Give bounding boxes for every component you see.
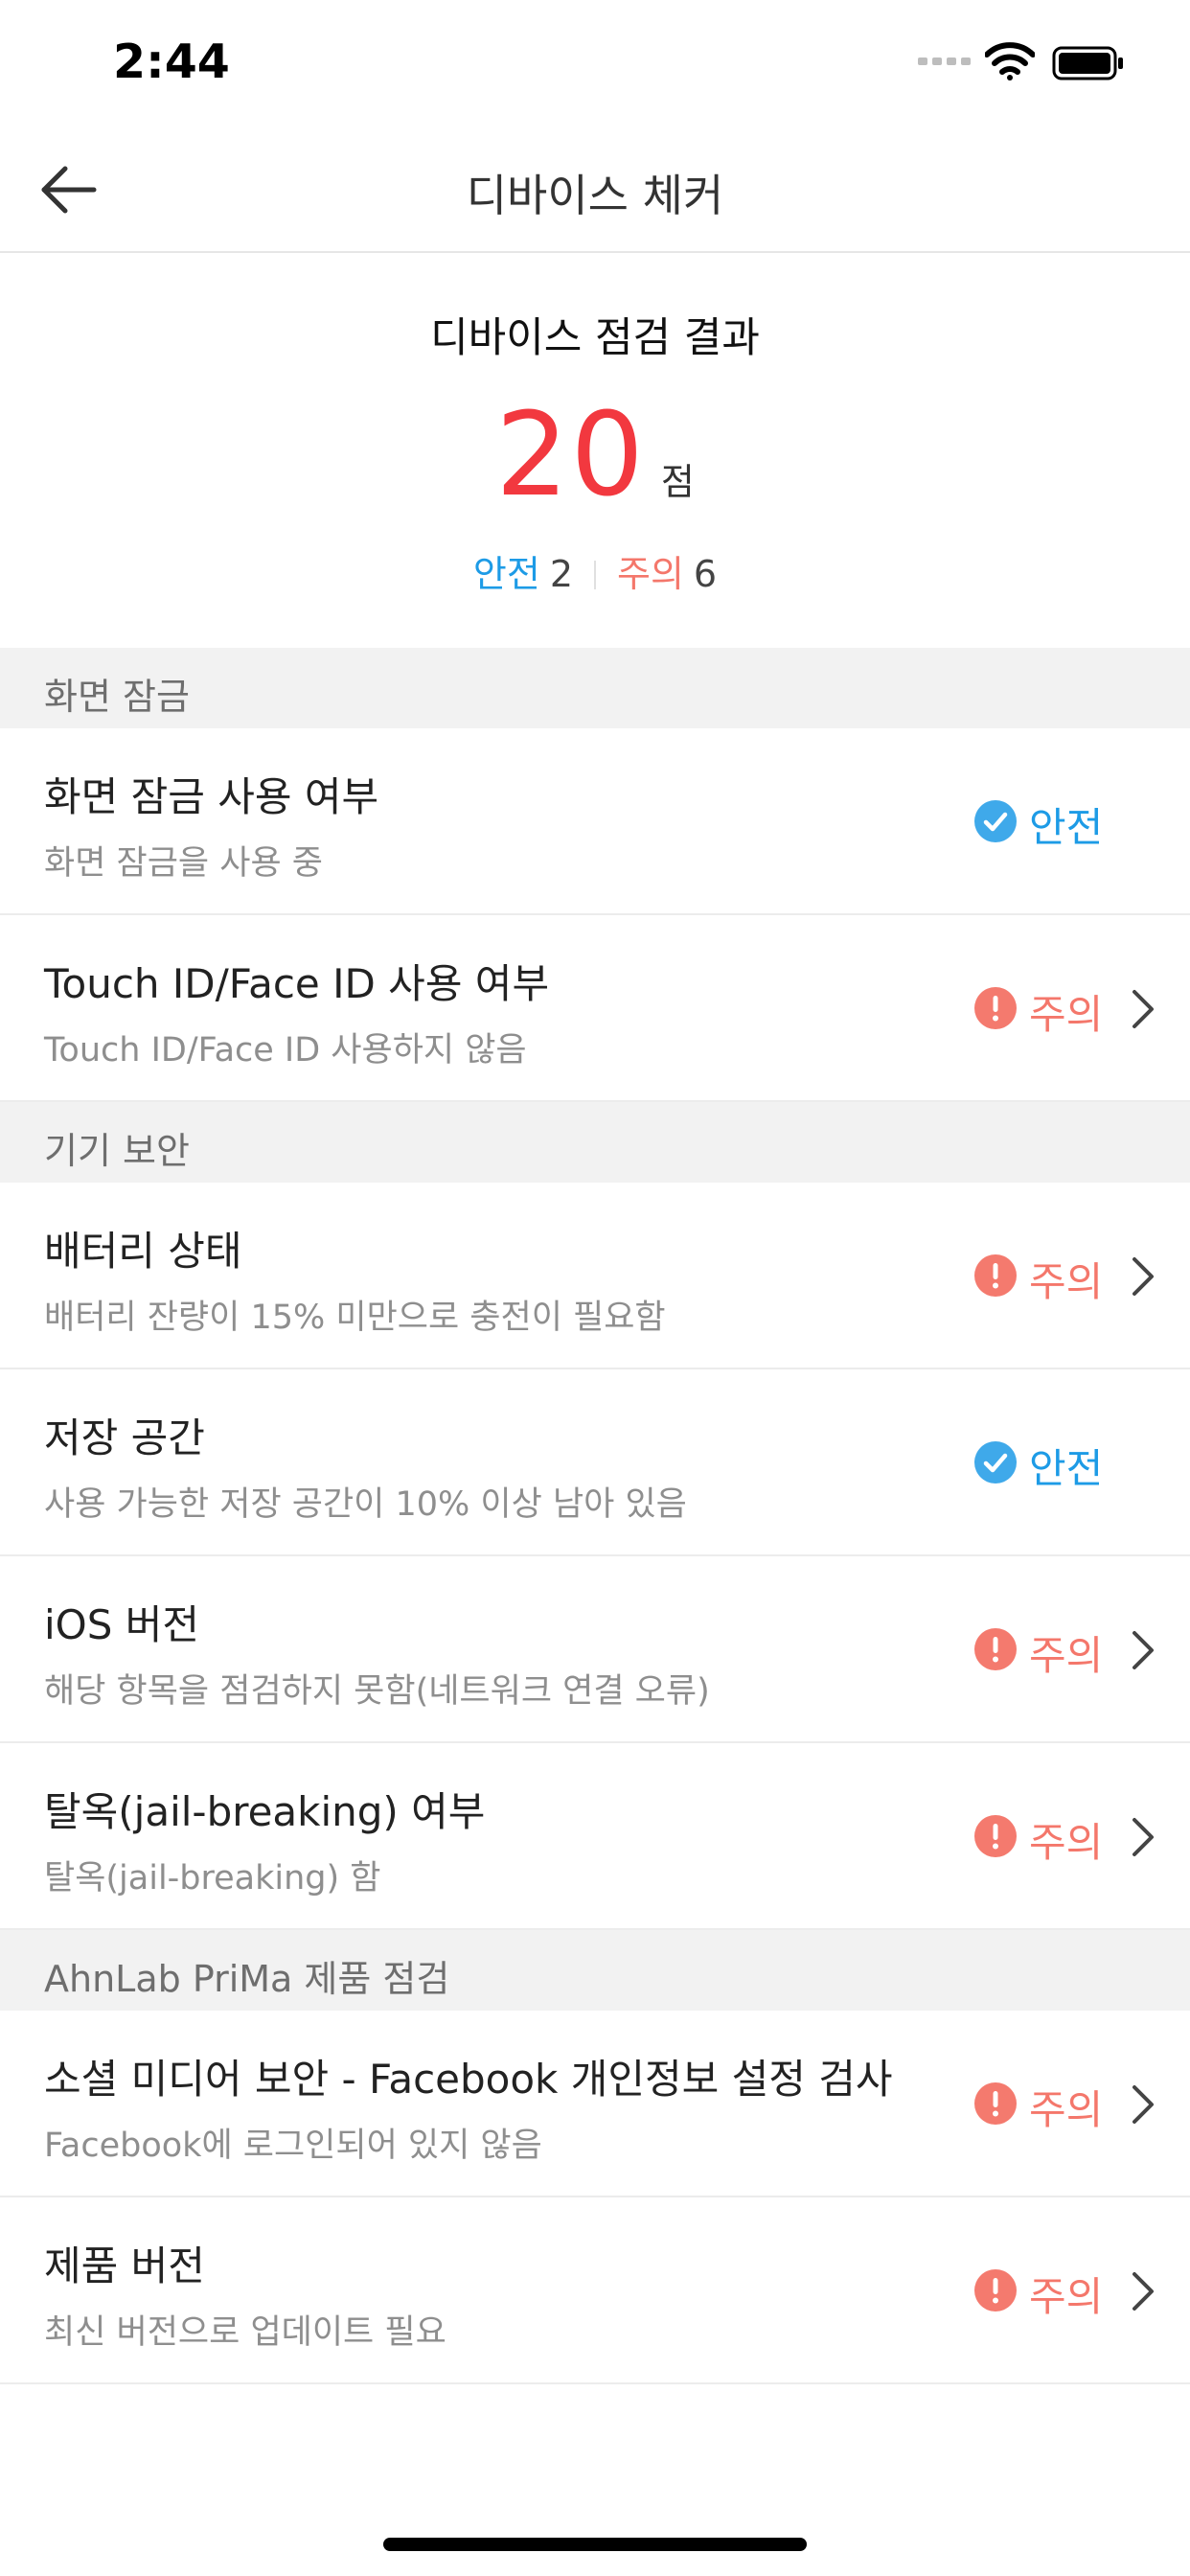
check-item-facebook-privacy[interactable]: 소셜 미디어 보안 - Facebook 개인정보 설정 검사 Facebook… <box>0 2011 1190 2197</box>
exclamation-circle-icon <box>974 2269 1017 2312</box>
check-item-subtitle: 최신 버전으로 업데이트 필요 <box>44 2313 446 2352</box>
exclamation-circle-icon <box>974 2082 1017 2125</box>
warn-count: 6 <box>693 553 718 595</box>
check-item-product-version[interactable]: 제품 버전 최신 버전으로 업데이트 필요 주의 <box>0 2197 1190 2384</box>
home-indicator[interactable] <box>383 2538 807 2551</box>
cellular-signal-icon <box>918 58 971 65</box>
section-header-screen-lock: 화면 잠금 <box>0 648 1190 728</box>
status-text: 주의 <box>1029 1258 1104 1305</box>
exclamation-circle-icon <box>974 1815 1017 1857</box>
chevron-right-icon <box>1133 1818 1154 1856</box>
check-circle-icon <box>974 800 1017 842</box>
count-divider <box>594 561 596 589</box>
section-header-label: 기기 보안 <box>44 1130 190 1172</box>
check-item-ios-version[interactable]: iOS 버전 해당 항목을 점검하지 못함(네트워크 연결 오류) 주의 <box>0 1556 1190 1743</box>
navigation-bar: 디바이스 체커 <box>0 126 1190 253</box>
check-item-subtitle: Touch ID/Face ID 사용하지 않음 <box>44 1031 527 1070</box>
status-bar: 2:44 <box>0 0 1190 126</box>
exclamation-circle-icon <box>974 987 1017 1029</box>
check-item-subtitle: Facebook에 로그인되어 있지 않음 <box>44 2127 542 2165</box>
check-item-title: 제품 버전 <box>44 2242 205 2289</box>
check-item-subtitle: 사용 가능한 저장 공간이 10% 이상 남아 있음 <box>44 1485 687 1524</box>
check-item-title: 배터리 상태 <box>44 1228 242 1275</box>
check-item-battery[interactable]: 배터리 상태 배터리 잔량이 15% 미만으로 충전이 필요함 주의 <box>0 1183 1190 1369</box>
status-time: 2:44 <box>113 34 230 89</box>
check-item-subtitle: 배터리 잔량이 15% 미만으로 충전이 필요함 <box>44 1299 666 1337</box>
summary-title: 디바이스 점검 결과 <box>430 314 760 362</box>
check-item-screen-lock: 화면 잠금 사용 여부 화면 잠금을 사용 중 안전 <box>0 728 1190 915</box>
check-item-title: 저장 공간 <box>44 1414 205 1461</box>
page-title: 디바이스 체커 <box>466 170 724 221</box>
check-item-title: 탈옥(jail-breaking) 여부 <box>44 1788 486 1835</box>
warn-count-label: 주의 <box>617 553 684 595</box>
status-text: 주의 <box>1029 991 1104 1038</box>
score-display: 20 점 <box>0 389 1190 522</box>
check-item-title: 소셜 미디어 보안 - Facebook 개인정보 설정 검사 <box>44 2056 893 2103</box>
battery-icon <box>1052 46 1123 80</box>
chevron-right-icon <box>1133 1257 1154 1296</box>
safe-count: 2 <box>549 553 573 595</box>
wifi-icon <box>985 42 1035 80</box>
chevron-right-icon <box>1133 1631 1154 1669</box>
status-text: 주의 <box>1029 2086 1104 2133</box>
status-text: 안전 <box>1029 1445 1104 1492</box>
section-header-label: 화면 잠금 <box>44 676 190 718</box>
status-text: 주의 <box>1029 1632 1104 1679</box>
check-item-title: Touch ID/Face ID 사용 여부 <box>44 960 550 1007</box>
safe-count-label: 안전 <box>472 553 540 595</box>
chevron-right-icon <box>1133 2272 1154 2311</box>
score-value: 20 <box>495 389 646 522</box>
chevron-right-icon <box>1133 990 1154 1028</box>
check-item-title: iOS 버전 <box>44 1601 200 1648</box>
exclamation-circle-icon <box>974 1628 1017 1670</box>
exclamation-circle-icon <box>974 1254 1017 1297</box>
device-checker-screen: 2:44 디바이스 체커 디바이스 점검 결과 20 점 안전 2 주의 6 화… <box>0 0 1190 2576</box>
section-header-device-security: 기기 보안 <box>0 1102 1190 1183</box>
check-item-title: 화면 잠금 사용 여부 <box>44 773 379 820</box>
check-item-jailbreak[interactable]: 탈옥(jail-breaking) 여부 탈옥(jail-breaking) 함… <box>0 1743 1190 1930</box>
score-unit: 점 <box>660 461 695 503</box>
check-item-storage: 저장 공간 사용 가능한 저장 공간이 10% 이상 남아 있음 안전 <box>0 1369 1190 1556</box>
status-text: 주의 <box>1029 2273 1104 2320</box>
check-item-subtitle: 화면 잠금을 사용 중 <box>44 844 323 883</box>
check-item-touch-face-id[interactable]: Touch ID/Face ID 사용 여부 Touch ID/Face ID … <box>0 915 1190 1102</box>
section-header-product-check: AhnLab PriMa 제품 점검 <box>0 1930 1190 2011</box>
section-header-label: AhnLab PriMa 제품 점검 <box>44 1958 450 2000</box>
check-item-subtitle: 탈옥(jail-breaking) 함 <box>44 1859 381 1898</box>
status-text: 주의 <box>1029 1819 1104 1866</box>
check-result-summary: 디바이스 점검 결과 20 점 안전 2 주의 6 <box>0 255 1190 648</box>
check-circle-icon <box>974 1441 1017 1484</box>
chevron-right-icon <box>1133 2085 1154 2124</box>
status-text: 안전 <box>1029 804 1104 851</box>
check-item-subtitle: 해당 항목을 점검하지 못함(네트워크 연결 오류) <box>44 1672 710 1711</box>
status-counts: 안전 2 주의 6 <box>0 544 1190 597</box>
